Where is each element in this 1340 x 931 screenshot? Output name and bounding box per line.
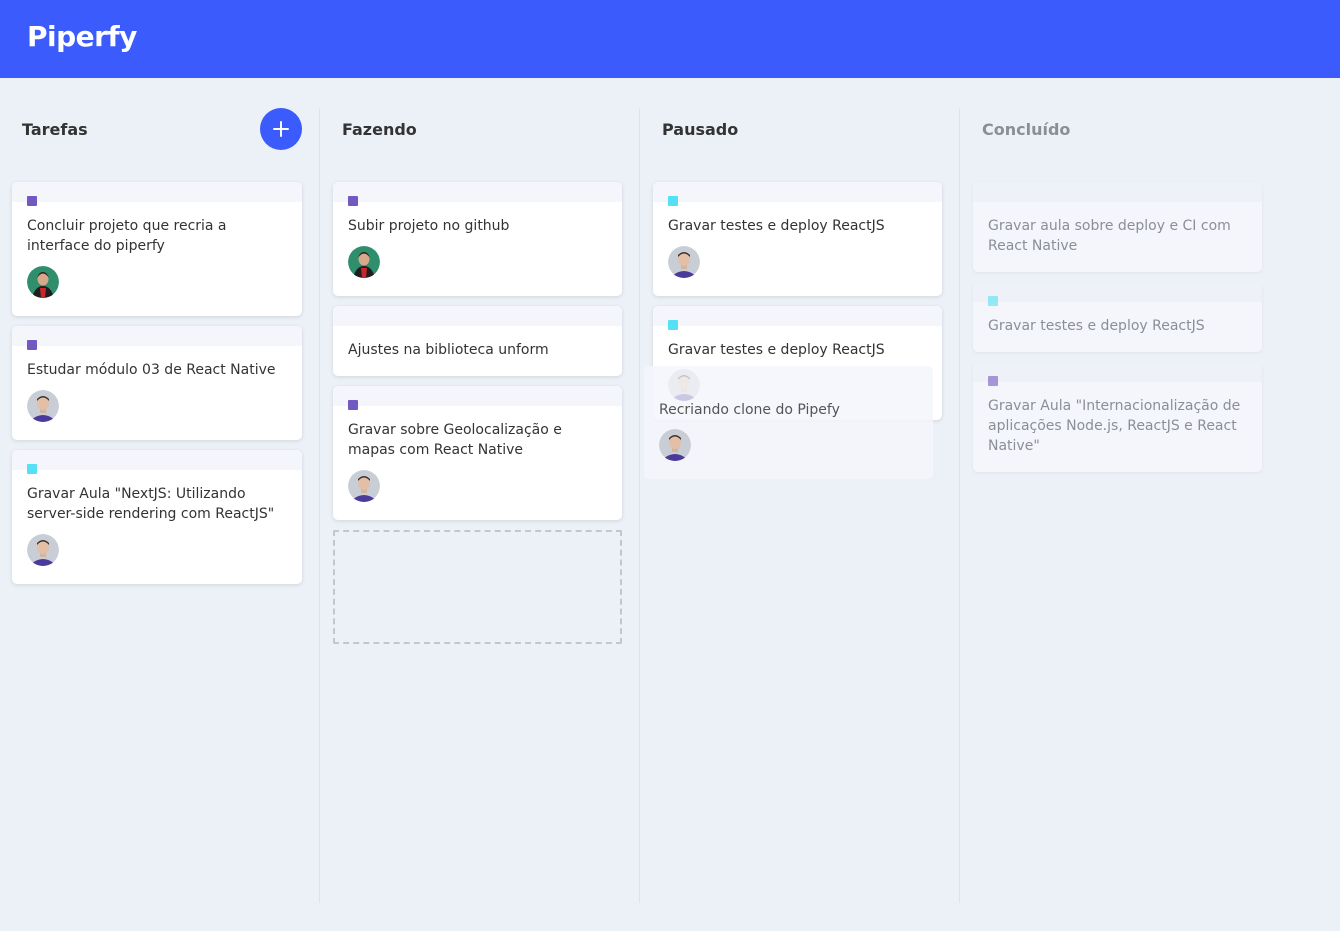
card-label — [348, 400, 358, 410]
card-text: Gravar testes e deploy ReactJS — [668, 342, 885, 358]
card-label — [988, 296, 998, 306]
piperfy-logo[interactable]: Piperfy — [27, 20, 137, 53]
user-avatar-purple — [668, 369, 700, 401]
user-avatar-purple — [659, 429, 691, 461]
card[interactable]: Gravar Aula "NextJS: Utilizando server-s… — [12, 450, 302, 584]
list-title: Fazendo — [342, 120, 417, 139]
card-text: Subir projeto no github — [348, 218, 510, 234]
card-text: Gravar sobre Geolocalização e mapas com … — [348, 422, 562, 458]
user-avatar-purple — [668, 246, 700, 278]
dragging-card[interactable]: Recriando clone do Pipefy — [644, 366, 933, 479]
card-label — [27, 196, 37, 206]
card-label — [668, 320, 678, 330]
list-title: Pausado — [662, 120, 739, 139]
user-avatar-red — [348, 246, 380, 278]
card-label — [348, 196, 358, 206]
card-text: Gravar testes e deploy ReactJS — [668, 218, 885, 234]
user-avatar-red — [27, 266, 59, 298]
list-title: Concluído — [982, 120, 1071, 139]
card[interactable]: Gravar sobre Geolocalização e mapas com … — [333, 386, 622, 520]
card[interactable]: Ajustes na biblioteca unform — [333, 306, 622, 376]
list-title: Tarefas — [22, 120, 88, 139]
add-card-button[interactable] — [260, 108, 302, 150]
card-text: Estudar módulo 03 de React Native — [27, 362, 276, 378]
user-avatar-purple — [27, 390, 59, 422]
user-avatar-purple — [27, 534, 59, 566]
card-text: Gravar testes e deploy ReactJS — [988, 318, 1205, 334]
card-text: Concluir projeto que recria a interface … — [27, 218, 227, 254]
card[interactable]: Subir projeto no github — [333, 182, 622, 296]
card[interactable]: Gravar aula sobre deploy e CI com React … — [973, 182, 1262, 272]
card-text: Ajustes na biblioteca unform — [348, 342, 549, 358]
kanban-board: Tarefas Concluir projeto que recria a in… — [0, 78, 1340, 931]
card-text: Recriando clone do Pipefy — [659, 402, 840, 418]
card[interactable]: Gravar testes e deploy ReactJS — [973, 282, 1262, 352]
user-avatar-purple — [348, 470, 380, 502]
card[interactable]: Estudar módulo 03 de React Native — [12, 326, 302, 440]
top-bar: Piperfy — [0, 0, 1340, 78]
card[interactable]: Gravar Aula "Internacionalização de apli… — [973, 362, 1262, 472]
card[interactable]: Gravar testes e deploy ReactJS — [653, 182, 942, 296]
card-label — [27, 340, 37, 350]
card-text: Gravar Aula "Internacionalização de apli… — [988, 398, 1241, 454]
plus-icon — [273, 121, 289, 137]
card-text: Gravar Aula "NextJS: Utilizando server-s… — [27, 486, 275, 522]
card[interactable]: Concluir projeto que recria a interface … — [12, 182, 302, 316]
drop-placeholder[interactable] — [333, 530, 622, 644]
card-text: Gravar aula sobre deploy e CI com React … — [988, 218, 1231, 254]
card-label — [668, 196, 678, 206]
card-label — [27, 464, 37, 474]
card-label — [988, 376, 998, 386]
